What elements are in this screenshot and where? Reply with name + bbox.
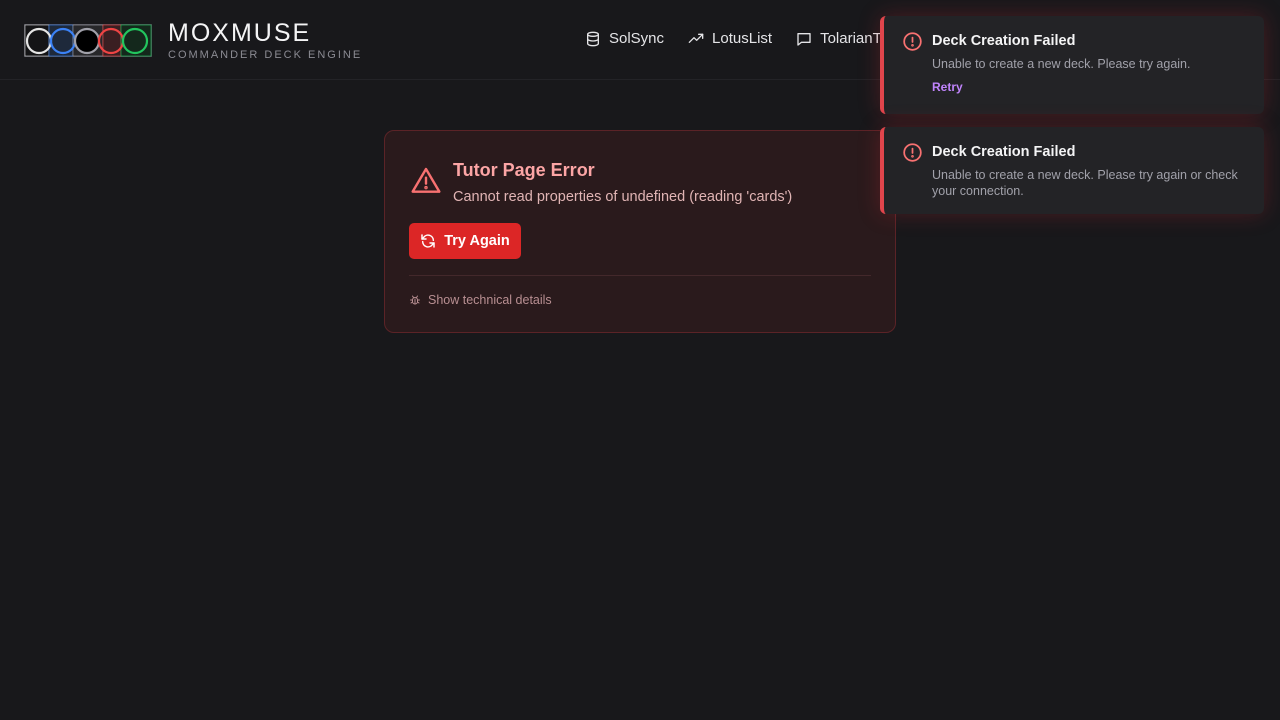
warning-triangle-icon <box>411 167 441 193</box>
toast-notification: Deck Creation Failed Unable to create a … <box>880 16 1264 114</box>
nav-label: SolSync <box>609 30 665 47</box>
divider <box>409 275 871 276</box>
bug-icon <box>410 295 420 305</box>
mana-symbols-logo[interactable] <box>24 24 152 57</box>
show-technical-details-toggle[interactable]: Show technical details <box>409 293 552 307</box>
technical-details-label: Show technical details <box>428 293 552 307</box>
nav-item-solsync[interactable]: SolSync <box>585 30 664 47</box>
toast-message: Unable to create a new deck. Please try … <box>932 57 1191 71</box>
trending-up-icon <box>688 33 704 43</box>
error-title: Tutor Page Error <box>453 160 595 180</box>
database-icon <box>587 31 599 46</box>
brand[interactable]: MOXMUSE COMMANDER DECK ENGINE <box>168 18 362 61</box>
toast-message: Unable to create a new deck. Please try … <box>932 168 1238 198</box>
message-icon <box>797 32 811 46</box>
alert-circle-icon <box>903 32 922 51</box>
try-again-label: Try Again <box>444 233 510 249</box>
nav-item-lotuslist[interactable]: LotusList <box>688 30 772 47</box>
error-card: Tutor Page Error Cannot read properties … <box>384 130 896 333</box>
toast-title: Deck Creation Failed <box>932 144 1076 160</box>
toast-retry-link[interactable]: Retry <box>932 80 963 94</box>
try-again-button[interactable]: Try Again <box>409 223 521 259</box>
brand-subtitle: COMMANDER DECK ENGINE <box>168 49 363 61</box>
nav-label: LotusList <box>712 30 773 47</box>
alert-circle-icon <box>903 143 922 162</box>
refresh-icon <box>421 234 435 248</box>
error-message: Cannot read properties of undefined (rea… <box>453 189 793 205</box>
toast-notification: Deck Creation Failed Unable to create a … <box>880 127 1264 214</box>
toast-title: Deck Creation Failed <box>932 33 1076 49</box>
brand-title: MOXMUSE <box>168 19 312 47</box>
